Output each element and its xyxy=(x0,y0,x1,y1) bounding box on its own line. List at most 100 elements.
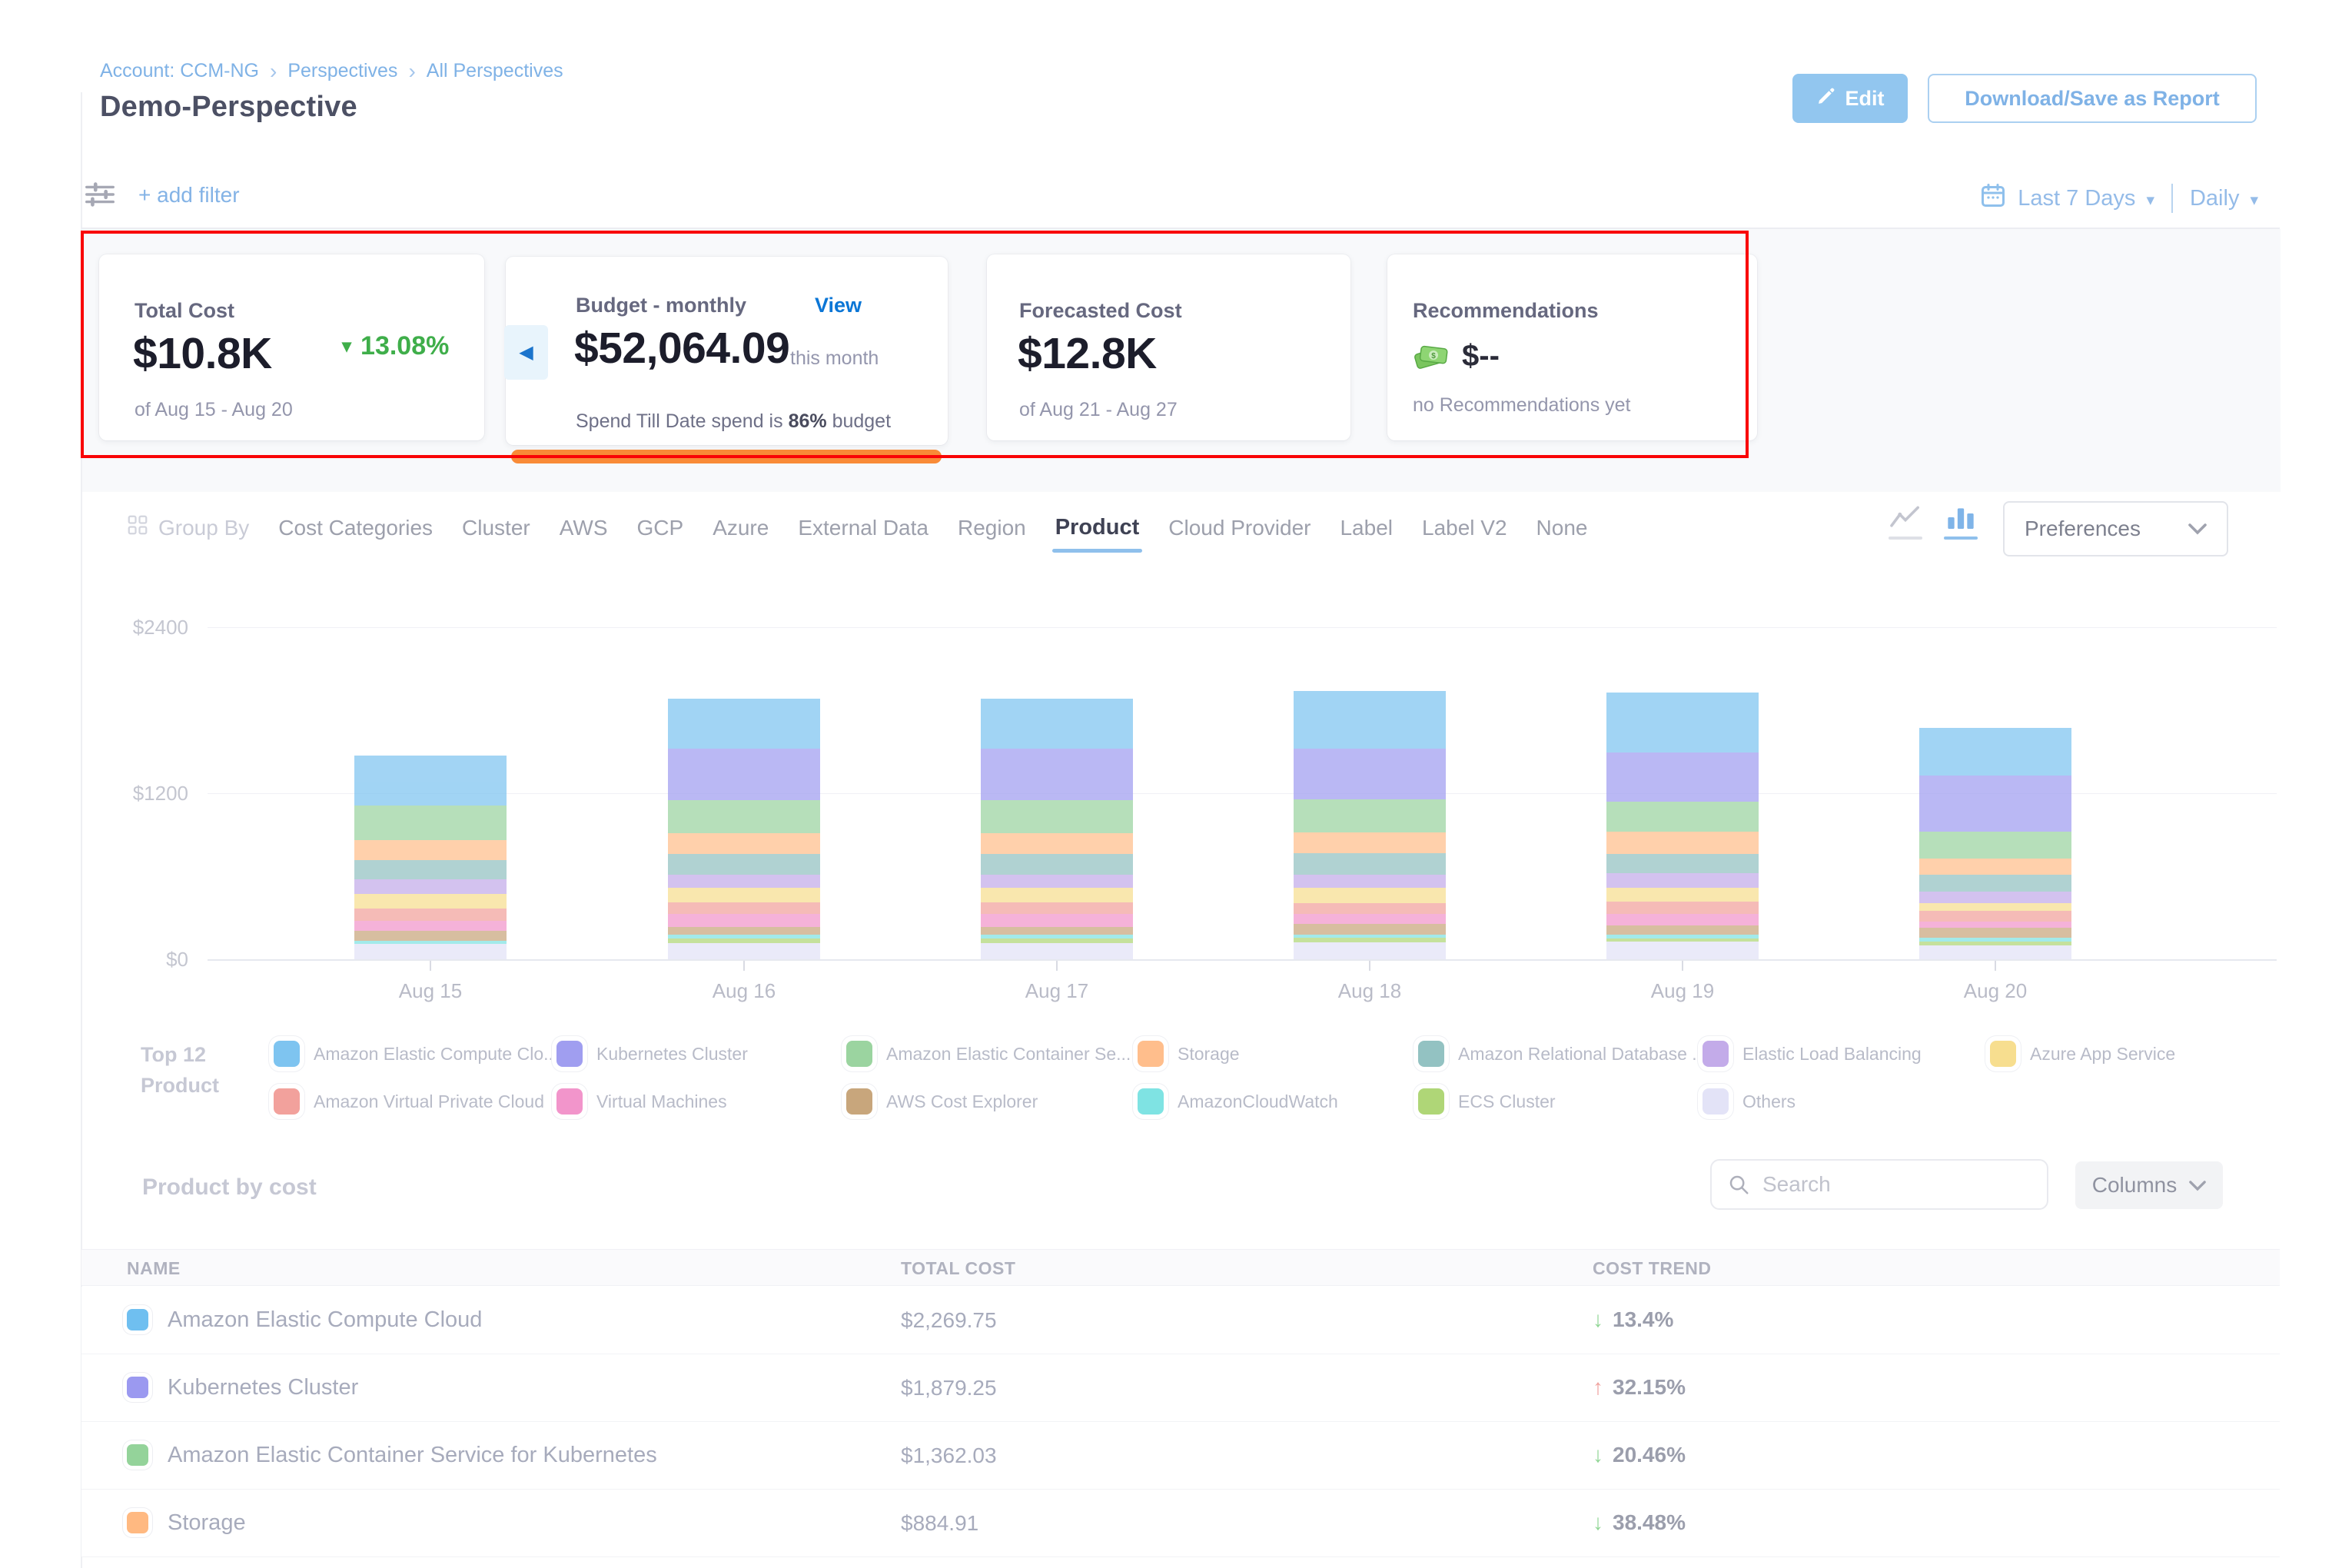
bar-chart-toggle[interactable] xyxy=(1944,503,1978,540)
bar-segment[interactable] xyxy=(981,927,1133,935)
bar-segment[interactable] xyxy=(668,875,820,888)
bar-segment[interactable] xyxy=(668,854,820,875)
bar-segment[interactable] xyxy=(1294,888,1446,902)
bar-segment[interactable] xyxy=(1919,875,2071,892)
bar-segment[interactable] xyxy=(1294,875,1446,889)
breadcrumb-link[interactable]: Perspectives xyxy=(287,60,397,82)
bar-segment[interactable] xyxy=(354,860,507,879)
bar-segment[interactable] xyxy=(668,943,820,959)
group-by-tab-none[interactable]: None xyxy=(1536,516,1588,540)
legend-item[interactable]: Amazon Elastic Compute Clo... xyxy=(274,1041,558,1067)
bar-segment[interactable] xyxy=(1919,911,2071,922)
bar-segment[interactable] xyxy=(1919,892,2071,903)
legend-item[interactable]: Azure App Service xyxy=(1990,1041,2175,1067)
time-range-select[interactable]: Last 7 Days xyxy=(2018,186,2135,211)
bar-segment[interactable] xyxy=(1919,922,2071,928)
bar-segment[interactable] xyxy=(1919,903,2071,911)
bar-segment[interactable] xyxy=(1294,832,1446,853)
bar-segment[interactable] xyxy=(1606,914,1759,925)
download-save-report-button[interactable]: Download/Save as Report xyxy=(1928,74,2257,123)
group-by-tab-product[interactable]: Product xyxy=(1055,515,1140,540)
bar-segment[interactable] xyxy=(668,833,820,854)
bar-segment[interactable] xyxy=(981,875,1133,888)
group-by-tab-cluster[interactable]: Cluster xyxy=(462,516,530,540)
legend-item[interactable]: ECS Cluster xyxy=(1418,1088,1556,1115)
budget-view-link[interactable]: View xyxy=(815,294,862,317)
column-header-name[interactable]: NAME xyxy=(127,1258,181,1279)
bar-segment[interactable] xyxy=(1919,859,2071,875)
bar-segment[interactable] xyxy=(1606,925,1759,935)
table-row[interactable]: Amazon Elastic Container Service for Kub… xyxy=(81,1422,2280,1490)
bar-segment[interactable] xyxy=(354,756,507,806)
bar-segment[interactable] xyxy=(1294,799,1446,832)
bar-segment[interactable] xyxy=(354,931,507,941)
bar-segment[interactable] xyxy=(981,800,1133,833)
stacked-bar-aug-15[interactable] xyxy=(354,756,507,959)
bar-segment[interactable] xyxy=(1294,691,1446,749)
bar-segment[interactable] xyxy=(668,902,820,913)
legend-item[interactable]: Others xyxy=(1703,1088,1796,1115)
legend-item[interactable]: Virtual Machines xyxy=(556,1088,727,1115)
legend-item[interactable]: Kubernetes Cluster xyxy=(556,1041,748,1067)
bar-segment[interactable] xyxy=(1919,945,2071,959)
bar-segment[interactable] xyxy=(1606,693,1759,752)
group-by-tab-external-data[interactable]: External Data xyxy=(798,516,929,540)
chevron-down-icon[interactable]: ▾ xyxy=(2146,188,2154,210)
bar-segment[interactable] xyxy=(354,944,507,959)
preferences-dropdown[interactable]: Preferences xyxy=(2003,501,2228,556)
bar-segment[interactable] xyxy=(981,749,1133,800)
legend-item[interactable]: Elastic Load Balancing xyxy=(1703,1041,1922,1067)
filter-sliders-icon[interactable] xyxy=(82,177,118,216)
bar-segment[interactable] xyxy=(668,914,820,927)
bar-segment[interactable] xyxy=(1919,832,2071,859)
bar-segment[interactable] xyxy=(1919,776,2071,832)
bar-segment[interactable] xyxy=(1606,832,1759,854)
stacked-bar-aug-17[interactable] xyxy=(981,699,1133,959)
table-row[interactable]: Kubernetes Cluster$1,879.25↑32.15% xyxy=(81,1354,2280,1422)
line-chart-toggle[interactable] xyxy=(1889,503,1922,540)
bar-segment[interactable] xyxy=(668,749,820,800)
chevron-down-icon[interactable]: ▾ xyxy=(2250,188,2258,210)
bar-segment[interactable] xyxy=(1294,942,1446,959)
bar-segment[interactable] xyxy=(981,943,1133,959)
bar-segment[interactable] xyxy=(981,888,1133,902)
bar-segment[interactable] xyxy=(1606,802,1759,832)
bar-segment[interactable] xyxy=(668,888,820,902)
bar-segment[interactable] xyxy=(354,894,507,909)
stacked-bar-aug-20[interactable] xyxy=(1919,728,2071,960)
bar-segment[interactable] xyxy=(354,840,507,860)
group-by-tab-region[interactable]: Region xyxy=(958,516,1026,540)
bar-segment[interactable] xyxy=(981,833,1133,854)
bar-segment[interactable] xyxy=(668,927,820,935)
bar-segment[interactable] xyxy=(668,699,820,749)
columns-dropdown[interactable]: Columns xyxy=(2075,1161,2223,1209)
granularity-select[interactable]: Daily xyxy=(2190,186,2239,211)
bar-segment[interactable] xyxy=(1606,888,1759,902)
bar-segment[interactable] xyxy=(1294,924,1446,934)
bar-segment[interactable] xyxy=(1294,903,1446,914)
search-input[interactable] xyxy=(1762,1172,2016,1197)
bar-segment[interactable] xyxy=(1606,902,1759,914)
bar-segment[interactable] xyxy=(1919,728,2071,776)
edit-button[interactable]: Edit xyxy=(1792,74,1908,123)
column-header-cost-trend[interactable]: COST TREND xyxy=(1593,1258,1712,1279)
bar-segment[interactable] xyxy=(1606,942,1759,959)
stacked-bar-aug-18[interactable] xyxy=(1294,691,1446,959)
group-by-tab-cloud-provider[interactable]: Cloud Provider xyxy=(1168,516,1311,540)
bar-segment[interactable] xyxy=(1294,749,1446,799)
legend-item[interactable]: Amazon Relational Database ... xyxy=(1418,1041,1706,1067)
bar-segment[interactable] xyxy=(981,902,1133,913)
breadcrumb-link[interactable]: Account: CCM-NG xyxy=(100,60,259,82)
group-by-tab-azure[interactable]: Azure xyxy=(713,516,769,540)
bar-segment[interactable] xyxy=(354,806,507,840)
bar-segment[interactable] xyxy=(1919,928,2071,938)
bar-segment[interactable] xyxy=(668,800,820,833)
bar-segment[interactable] xyxy=(1606,873,1759,888)
group-by-tab-label[interactable]: Label xyxy=(1340,516,1393,540)
group-by-tab-cost-categories[interactable]: Cost Categories xyxy=(278,516,433,540)
table-row[interactable]: Amazon Elastic Compute Cloud$2,269.75↓13… xyxy=(81,1287,2280,1354)
legend-item[interactable]: Amazon Virtual Private Cloud xyxy=(274,1088,544,1115)
bar-segment[interactable] xyxy=(1294,914,1446,924)
bar-segment[interactable] xyxy=(981,699,1133,749)
group-by-tab-aws[interactable]: AWS xyxy=(560,516,608,540)
